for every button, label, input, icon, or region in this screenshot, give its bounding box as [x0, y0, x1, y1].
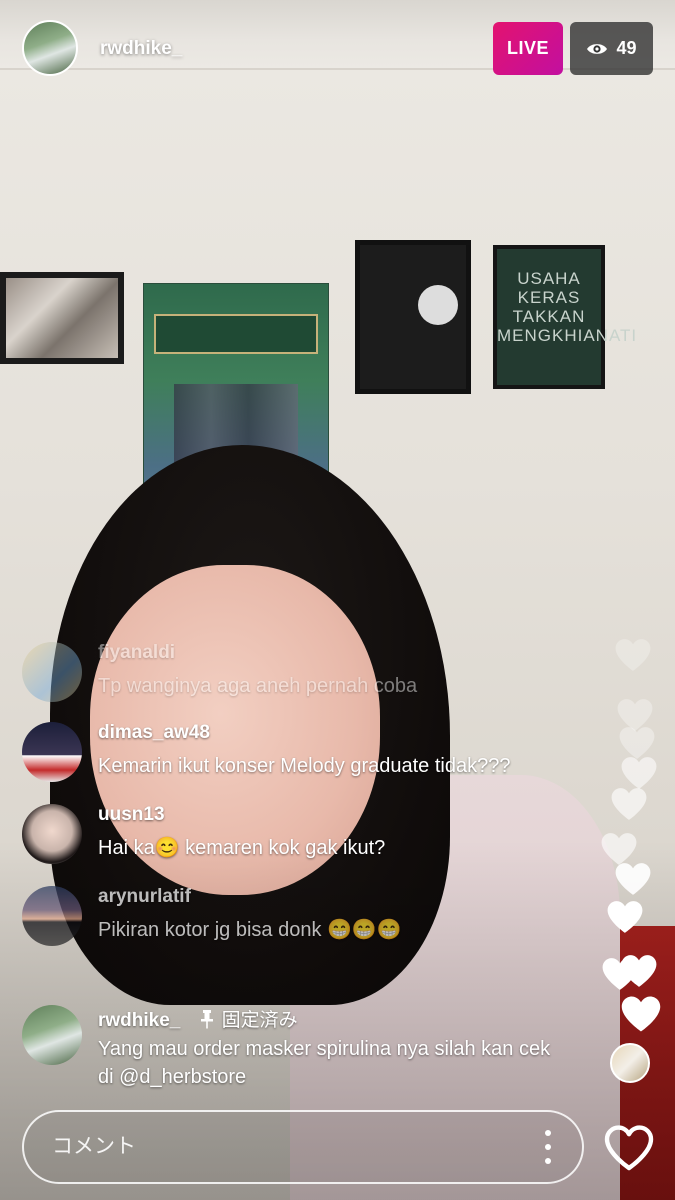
pinned-comment[interactable]: rwdhike_ 固定済み Yang mau order masker spir…: [22, 1005, 602, 1095]
heart-icon: [614, 636, 652, 674]
live-badge: LIVE: [493, 22, 563, 75]
comment-username[interactable]: rwdhike_ 固定済み: [98, 1005, 298, 1032]
viewer-count-badge[interactable]: 49: [570, 22, 653, 75]
comment-item[interactable]: arynurlatif Pikiran kotor jg bisa donk 😁…: [22, 886, 602, 946]
comment-username[interactable]: uusn13: [98, 804, 165, 826]
heart-outline-icon: [604, 1125, 654, 1171]
comment-input-bar[interactable]: [22, 1110, 584, 1184]
pin-label: 固定済み: [221, 1010, 298, 1031]
comment-text: Pikiran kotor jg bisa donk 😁😁😁: [98, 919, 402, 941]
host-username[interactable]: rwdhike_: [100, 38, 182, 60]
pin-icon: [200, 1010, 213, 1029]
heart-icon: [614, 860, 652, 898]
wall-quote-frame: USAHA KERAS TAKKAN MENGKHIANATI: [493, 245, 636, 389]
eye-icon: [587, 43, 608, 54]
comment-username[interactable]: fiyanaldi: [98, 642, 175, 664]
comment-avatar[interactable]: [22, 722, 82, 782]
more-dot: [545, 1158, 551, 1164]
comment-avatar[interactable]: [22, 886, 82, 946]
pinned-comment-text: Yang mau order masker spirulina nya sila…: [98, 1038, 551, 1088]
comment-avatar[interactable]: [22, 804, 82, 864]
comment-item[interactable]: dimas_aw48 Kemarin ikut konser Melody gr…: [22, 722, 602, 782]
comment-username[interactable]: dimas_aw48: [98, 722, 210, 744]
pin-indicator: 固定済み: [200, 1010, 298, 1031]
heart-icon: [606, 898, 644, 936]
wall-photo-frame: [0, 272, 124, 364]
more-dot: [545, 1130, 551, 1136]
heart-icon: [610, 785, 648, 823]
wall-dark-frame: [355, 240, 471, 394]
more-dot: [545, 1144, 551, 1150]
more-options-button[interactable]: [540, 1130, 556, 1164]
comment-text: Tp wanginya aga aneh pernah coba: [98, 675, 418, 697]
viewer-count: 49: [616, 38, 637, 58]
comment-avatar[interactable]: [22, 1005, 82, 1065]
comment-text: Hai ka😊 kemaren kok gak ikut?: [98, 837, 386, 859]
recent-viewer-avatar[interactable]: [610, 1043, 650, 1083]
comment-username[interactable]: arynurlatif: [98, 886, 191, 908]
comment-item[interactable]: fiyanaldi Tp wanginya aga aneh pernah co…: [22, 642, 602, 702]
host-avatar[interactable]: [22, 20, 78, 76]
comment-item[interactable]: uusn13 Hai ka😊 kemaren kok gak ikut?: [22, 804, 602, 864]
comment-avatar[interactable]: [22, 642, 82, 702]
heart-icon: [620, 993, 662, 1035]
like-button[interactable]: [603, 1124, 655, 1172]
comment-input[interactable]: [52, 1112, 512, 1182]
pinned-comment-username[interactable]: rwdhike_: [98, 1010, 180, 1031]
heart-icon: [620, 952, 658, 990]
comment-text: Kemarin ikut konser Melody graduate tida…: [98, 755, 511, 777]
